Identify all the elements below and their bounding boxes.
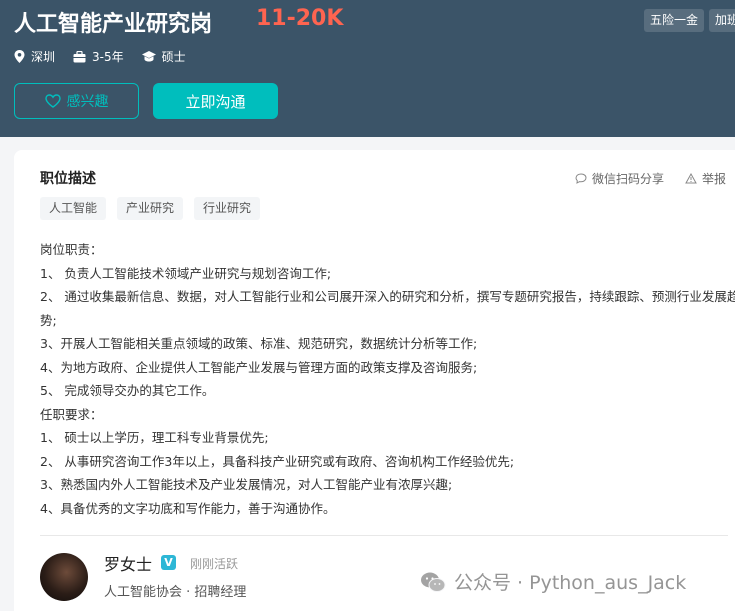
watermark-text: 公众号 · Python_aus_Jack: [454, 572, 687, 594]
description-line: 4、为地方政府、企业提供人工智能产业发展与管理方面的政策支撑及咨询服务;: [40, 359, 478, 375]
verified-badge: V: [161, 555, 176, 570]
description-line: 1、 负责人工智能技术领域产业研究与规划咨询工作;: [40, 265, 332, 281]
benefit-tag: 五险一金: [644, 9, 705, 32]
benefit-tag: 加班: [709, 9, 735, 32]
report-link[interactable]: 举报: [685, 170, 726, 187]
description-line: 2、 通过收集最新信息、数据，对人工智能行业和公司展开深入的研究和分析，撰写专题…: [40, 289, 735, 328]
watermark: 公众号 · Python_aus_Jack: [420, 568, 686, 595]
location-icon: [14, 50, 25, 63]
job-meta: 深圳 3-5年 硕士: [14, 48, 204, 65]
graduation-cap-icon: [141, 51, 156, 62]
description-line: 1、 硕士以上学历，理工科专业背景优先;: [40, 430, 269, 445]
skill-tag: 人工智能: [40, 197, 107, 220]
degree-label: 硕士: [161, 50, 186, 64]
job-title: 人工智能产业研究岗: [14, 12, 213, 37]
briefcase-icon: [73, 50, 86, 62]
recruiter-name: 罗女士: [104, 555, 153, 574]
section-title: 职位描述: [40, 171, 96, 187]
job-header: 人工智能产业研究岗 11-20K 五险一金 加班 深圳 3-5年 硕士 感兴趣 …: [0, 0, 735, 137]
description-line: 5、 完成领导交办的其它工作。: [40, 383, 215, 398]
chat-bubble-icon: [575, 173, 587, 184]
skill-tag: 产业研究: [117, 197, 184, 220]
divider: [40, 535, 728, 536]
heart-icon: [44, 94, 61, 108]
recruiter-company: 人工智能协会 · 招聘经理: [104, 585, 247, 600]
recruiter-active-status: 刚刚活跃: [190, 557, 239, 571]
interest-button[interactable]: 感兴趣: [14, 83, 139, 119]
city-label: 深圳: [31, 50, 56, 64]
job-detail-card: 职位描述 微信扫码分享 举报 人工智能 产业研究 行业研究 岗位职责： 1、 负…: [14, 150, 735, 611]
job-degree: 硕士: [141, 48, 186, 65]
chat-now-button[interactable]: 立即沟通: [153, 83, 278, 119]
share-label: 微信扫码分享: [592, 172, 665, 186]
experience-label: 3-5年: [92, 50, 124, 64]
interest-label: 感兴趣: [66, 94, 109, 110]
description-line: 3、熟悉国内外人工智能技术及产业发展情况，对人工智能产业有浓厚兴趣;: [40, 477, 453, 492]
warning-icon: [685, 173, 697, 184]
job-city: 深圳: [14, 48, 55, 65]
skill-tags: 人工智能 产业研究 行业研究: [40, 197, 271, 220]
description-line: 2、 从事研究咨询工作3年以上，具备科技产业研究或有政府、咨询机构工作经验优先;: [40, 453, 515, 469]
job-description: 岗位职责： 1、 负责人工智能技术领域产业研究与规划咨询工作; 2、 通过收集最…: [40, 238, 735, 520]
job-experience: 3-5年: [73, 48, 124, 65]
recruiter-avatar[interactable]: [40, 553, 88, 601]
wechat-icon: [421, 572, 446, 592]
report-label: 举报: [702, 172, 727, 186]
job-salary: 11-20K: [256, 6, 344, 31]
description-line: 任职要求：: [40, 406, 103, 422]
skill-tag: 行业研究: [194, 197, 261, 220]
description-line: 4、具备优秀的文字功底和写作能力，善于沟通协作。: [40, 500, 336, 516]
wechat-share-link[interactable]: 微信扫码分享: [575, 170, 664, 187]
description-line: 岗位职责：: [40, 242, 103, 257]
description-line: 3、开展人工智能相关重点领域的政策、标准、规范研究，数据统计分析等工作;: [40, 336, 478, 351]
